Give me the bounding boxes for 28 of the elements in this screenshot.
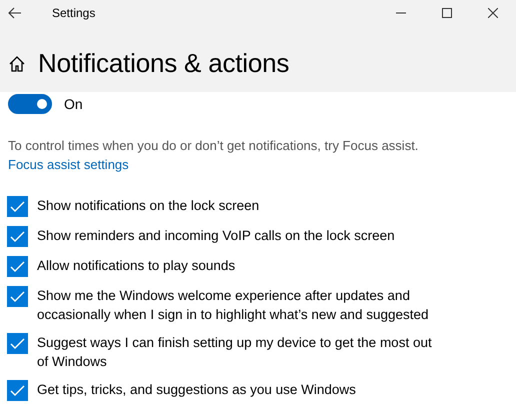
checkbox[interactable]	[7, 256, 28, 277]
check-icon	[10, 200, 25, 212]
checkbox[interactable]	[7, 226, 28, 247]
toggle-label: On	[64, 96, 83, 112]
check-icon	[10, 230, 25, 242]
description-text: To control times when you do or don’t get notifications, try Focus assist.	[8, 138, 420, 153]
option-label: Show me the Windows welcome experience after updates and occasionally when I sign in to highlight what’s new and suggested	[37, 287, 430, 324]
checkbox[interactable]	[7, 333, 28, 354]
checkbox[interactable]	[7, 196, 28, 217]
window-title: Settings	[52, 6, 96, 20]
checkbox[interactable]	[7, 286, 28, 307]
check-icon	[10, 338, 25, 350]
option-label: Allow notifications to play sounds	[37, 257, 236, 275]
checkbox[interactable]	[7, 380, 28, 401]
maximize-icon	[442, 8, 452, 18]
check-icon	[10, 290, 25, 302]
back-arrow-icon[interactable]	[8, 6, 22, 20]
focus-assist-link[interactable]: Focus assist settings	[8, 157, 129, 172]
option-label: Show reminders and incoming VoIP calls on the lock screen	[37, 227, 395, 245]
home-icon	[8, 54, 26, 72]
check-icon	[10, 384, 25, 396]
option-label: Suggest ways I can finish setting up my device to get the most out of Windows	[37, 334, 433, 371]
option-label: Get tips, tricks, and suggestions as you use Windows	[37, 381, 356, 399]
toggle-switch[interactable]	[8, 94, 52, 114]
close-icon	[488, 8, 498, 18]
page-title: Notifications & actions	[38, 48, 290, 79]
check-icon	[10, 260, 25, 272]
option-label: Show notifications on the lock screen	[37, 197, 260, 215]
